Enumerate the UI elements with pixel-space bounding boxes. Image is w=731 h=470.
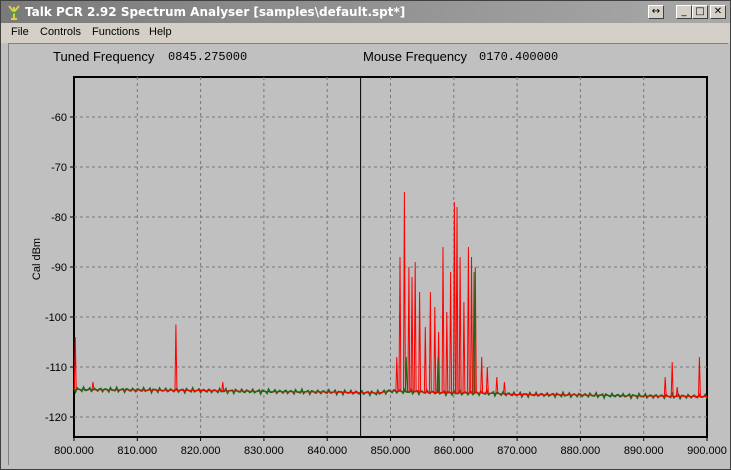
y-axis-ticks: -60 -70 -80 -90 -100 -110 -120: [45, 112, 74, 424]
y-tick-label: -90: [51, 262, 67, 274]
y-tick-label: -100: [45, 312, 67, 324]
y-tick-label: -80: [51, 212, 67, 224]
y-axis-label: Cal dBm: [31, 238, 43, 280]
x-tick-label: 870.000: [497, 445, 537, 457]
y-tick-label: -110: [46, 362, 67, 374]
y-tick-label: -120: [45, 412, 67, 424]
x-tick-label: 860.000: [434, 445, 474, 457]
x-tick-label: 810.000: [117, 445, 157, 457]
x-tick-label: 800.000: [54, 445, 94, 457]
app-window: Talk PCR 2.92 Spectrum Analyser [samples…: [0, 0, 731, 470]
x-tick-label: 820.000: [181, 445, 221, 457]
x-tick-label: 840.000: [307, 445, 347, 457]
x-axis-ticks: 800.000 810.000 820.000 830.000 840.000 850.0…: [54, 437, 727, 457]
x-tick-label: 880.000: [561, 445, 601, 457]
x-tick-label: 830.000: [244, 445, 284, 457]
x-tick-label: 890.000: [624, 445, 664, 457]
x-tick-label: 900.000: [687, 445, 727, 457]
y-tick-label: -60: [51, 112, 67, 124]
spectrum-chart[interactable]: 800.000 810.000 820.000 830.000 840.000 850.0…: [1, 1, 730, 469]
y-tick-label: -70: [51, 162, 67, 174]
x-tick-label: 850.000: [371, 445, 411, 457]
